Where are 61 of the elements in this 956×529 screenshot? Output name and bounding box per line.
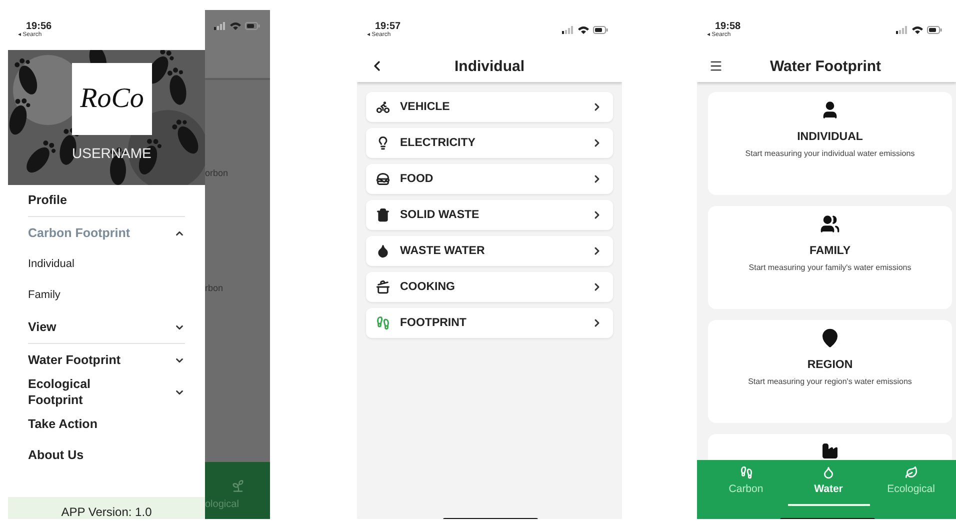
droplet-icon [376,244,390,258]
trash-bin-icon [376,208,390,222]
category-row[interactable]: WASTE WATER [366,236,613,266]
version-bar: APP Version: 1.0 [8,497,205,519]
category-row[interactable]: SOLID WASTE [366,200,613,230]
menu-item[interactable]: Water Footprint [28,352,121,368]
signal-icon [562,26,574,34]
footprint-icon [376,316,390,330]
category-row[interactable]: FOOTPRINT [366,308,613,338]
status-time: 19:58 [715,22,741,32]
background-text: rbon [205,283,224,293]
wifi-icon [230,22,241,30]
logo: RoCo [72,63,152,135]
option-card[interactable]: INDIVIDUAL Start measuring your individual water emissions [708,92,952,195]
burger-icon [376,172,390,186]
card-description: Start measuring your family's water emissions [748,262,912,274]
menu-item[interactable]: Individual [28,257,74,272]
card-title: REGION [807,359,853,371]
status-time: 19:57 [375,22,401,32]
factory-icon [820,442,840,460]
lightbulb-icon [376,136,390,150]
sprout-icon [230,479,244,493]
option-card[interactable]: FAMILY Start measuring your family's water emissions [708,206,952,309]
background-text: orbon [205,168,230,178]
cooking-pot-icon [376,280,390,294]
wifi-icon [912,26,923,34]
signal-icon [214,22,226,30]
battery-icon [593,26,608,34]
battery-icon [245,22,260,30]
card-title: INDIVIDUAL [797,131,863,143]
map-pin-icon [820,328,840,348]
card-description: Start measuring your region's water emissions [747,376,913,388]
menu-item[interactable]: Ecological Footprint [28,376,136,408]
card-description: Start measuring your individual water emissions [744,148,916,160]
menu-icon[interactable] [709,59,723,73]
card-title: FAMILY [809,245,851,257]
option-card[interactable]: REGION Start measuring your region's water emissions [708,320,952,423]
menu-item[interactable]: Profile [28,192,67,209]
battery-icon [927,26,942,34]
category-row[interactable]: ELECTRICITY [366,128,613,158]
signal-icon [896,26,908,34]
footprint-icon [740,466,752,479]
people-icon [820,214,840,234]
menu-item[interactable]: Carbon Footprint [28,224,130,242]
menu-item[interactable]: View [28,318,56,336]
leaf-icon [904,466,918,479]
wifi-icon [578,26,589,34]
screen-title: Water Footprint [768,58,882,74]
menu-item[interactable]: About Us [28,446,84,464]
menu-item[interactable]: Family [28,288,60,303]
bike-icon [376,100,390,114]
tab-label: ological [205,499,239,510]
screen-title: Individual [453,58,526,74]
option-card[interactable] [708,434,952,460]
category-row[interactable]: COOKING [366,272,613,302]
username: USERNAME [72,145,152,161]
droplet-icon [822,466,835,479]
status-time: 19:56 [26,22,52,32]
category-row[interactable]: FOOD [366,164,613,194]
category-row[interactable]: VEHICLE [366,92,613,122]
menu-item[interactable]: Take Action [28,416,98,432]
